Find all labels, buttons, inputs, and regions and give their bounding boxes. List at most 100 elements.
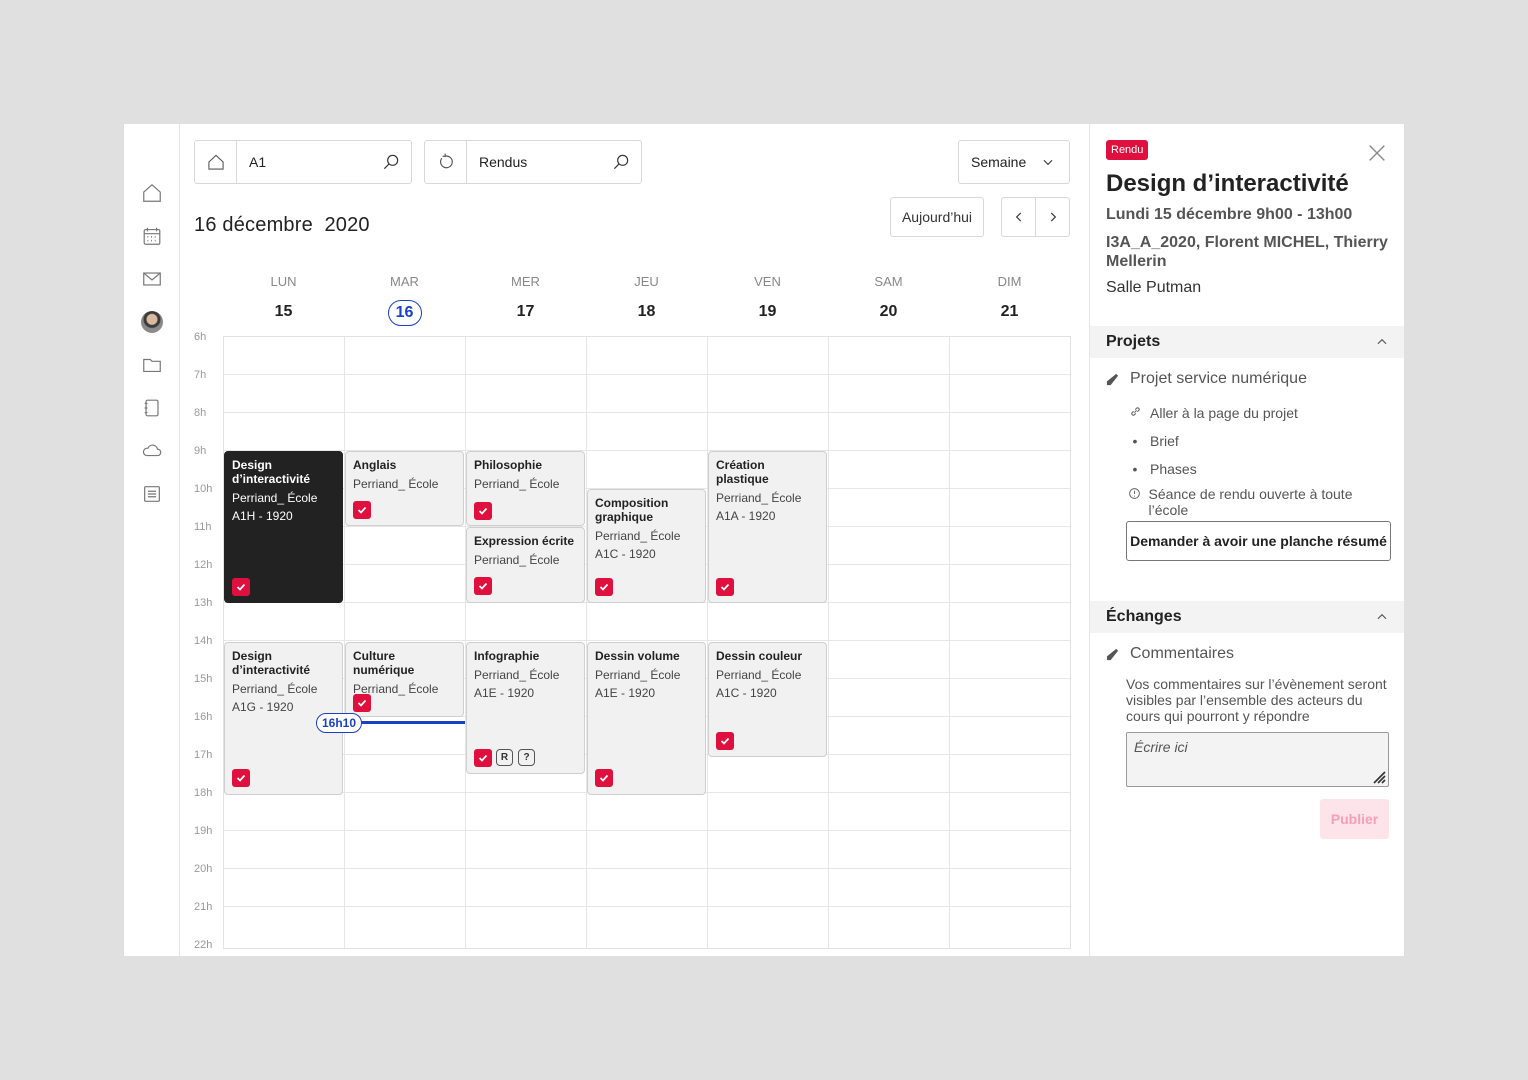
event-title: Expression écrite <box>474 534 575 548</box>
section-title: Échanges <box>1106 608 1182 625</box>
hour-label: 17h <box>194 749 213 761</box>
sidebar <box>124 124 180 956</box>
search-icon[interactable] <box>371 152 411 172</box>
hour-label: 22h <box>194 939 213 951</box>
group-search-value[interactable]: A1 <box>237 154 371 170</box>
event-title: Design d’interactivité <box>232 458 311 486</box>
checkbox-checked-icon[interactable] <box>716 578 734 596</box>
type-search-value[interactable]: Rendus <box>467 154 601 170</box>
group-search[interactable]: A1 <box>194 140 412 184</box>
chevron-up-icon <box>1377 613 1387 620</box>
calendar-icon[interactable] <box>138 222 166 250</box>
event-dessin-volume[interactable]: Dessin volume Perriand_ École A1E - 1920 <box>587 642 706 795</box>
type-search[interactable]: Rendus <box>424 140 642 184</box>
hour-label: 18h <box>194 787 213 799</box>
event-title: Infographie <box>474 649 540 663</box>
day-header-wed[interactable]: MER 17 <box>465 274 586 326</box>
request-summary-button[interactable]: Demander à avoir une planche résumé <box>1126 521 1391 561</box>
bullet-icon: • <box>1132 461 1138 477</box>
grid-line <box>224 868 1070 869</box>
project-name[interactable]: Projet service numérique <box>1130 370 1307 388</box>
event-infographie[interactable]: Infographie Perriand_ École A1E - 1920 R… <box>466 642 585 774</box>
checkbox-checked-icon[interactable] <box>232 578 250 596</box>
brief-link[interactable]: • Brief <box>1126 433 1179 449</box>
comment-input[interactable] <box>1126 732 1389 787</box>
tag-r-badge[interactable]: R <box>496 749 513 766</box>
phases-link-label[interactable]: Phases <box>1150 461 1197 477</box>
grid-line <box>949 337 950 948</box>
event-anglais[interactable]: Anglais Perriand_ École <box>345 451 464 526</box>
event-philosophie[interactable]: Philosophie Perriand_ École <box>466 451 585 526</box>
grid-line <box>224 640 1070 641</box>
event-dessin-couleur[interactable]: Dessin couleur Perriand_ École A1C - 192… <box>708 642 827 757</box>
avatar[interactable] <box>138 308 166 336</box>
projects-section-header[interactable]: Projets <box>1090 326 1404 358</box>
event-expression-ecrite[interactable]: Expression écrite Perriand_ École <box>466 527 585 603</box>
next-week-button[interactable] <box>1035 197 1070 237</box>
checkbox-checked-icon[interactable] <box>716 732 734 750</box>
day-header-mon[interactable]: LUN 15 <box>223 274 344 326</box>
project-page-link-label[interactable]: Aller à la page du projet <box>1150 405 1298 421</box>
day-header-tue[interactable]: MAR 16 <box>344 274 465 326</box>
chevron-down-icon <box>1043 159 1053 166</box>
day-number: 15 <box>274 303 293 320</box>
close-icon[interactable] <box>1366 142 1388 164</box>
refresh-icon[interactable] <box>425 141 467 183</box>
list-icon[interactable] <box>138 480 166 508</box>
event-detail-participants: I3A_A_2020, Florent MICHEL, Thierry Mell… <box>1106 234 1388 270</box>
day-header-thu[interactable]: JEU 18 <box>586 274 707 326</box>
event-title: Design d’interactivité <box>232 649 311 677</box>
checkbox-checked-icon[interactable] <box>353 501 371 519</box>
phases-link[interactable]: • Phases <box>1126 461 1197 477</box>
mail-icon[interactable] <box>138 265 166 293</box>
publish-button[interactable]: Publier <box>1320 799 1389 839</box>
hour-label: 20h <box>194 863 213 875</box>
exchanges-section-header[interactable]: Échanges <box>1090 601 1404 633</box>
day-header-fri[interactable]: VEN 19 <box>707 274 828 326</box>
event-title: Création plastique <box>716 458 769 486</box>
checkbox-checked-icon[interactable] <box>595 769 613 787</box>
hour-label: 19h <box>194 825 213 837</box>
cloud-icon[interactable] <box>138 437 166 465</box>
event-school: Perriand_ École <box>716 491 802 505</box>
project-title[interactable]: Projet service numérique <box>1106 370 1307 388</box>
hour-label: 13h <box>194 597 213 609</box>
event-group: A1E - 1920 <box>595 686 656 700</box>
folder-icon[interactable] <box>138 351 166 379</box>
view-select[interactable]: Semaine <box>958 140 1070 184</box>
chevron-right-icon <box>1050 212 1056 222</box>
checkbox-checked-icon[interactable] <box>474 749 492 767</box>
day-header-sun[interactable]: DIM 21 <box>949 274 1070 326</box>
checkbox-checked-icon[interactable] <box>353 694 371 712</box>
event-design-interactivite-mon[interactable]: Design d’interactivité Perriand_ École A… <box>224 451 343 603</box>
project-page-link[interactable]: Aller à la page du projet <box>1126 405 1298 421</box>
checkbox-checked-icon[interactable] <box>474 502 492 520</box>
hour-label: 14h <box>194 635 213 647</box>
checkbox-checked-icon[interactable] <box>595 578 613 596</box>
event-composition-graphique[interactable]: Composition graphique Perriand_ École A1… <box>587 489 706 603</box>
home-icon[interactable] <box>138 179 166 207</box>
search-icon[interactable] <box>601 152 641 172</box>
hour-label: 15h <box>194 673 213 685</box>
event-culture-numerique[interactable]: Culture numérique Perriand_ École <box>345 642 464 717</box>
event-group: A1A - 1920 <box>716 509 776 523</box>
notebook-icon[interactable] <box>138 394 166 422</box>
event-detail-title: Design d’interactivité <box>1106 170 1349 197</box>
grid-line <box>224 830 1070 831</box>
checkbox-checked-icon[interactable] <box>232 769 250 787</box>
day-number: 20 <box>879 303 898 320</box>
tag-question-badge[interactable]: ? <box>518 749 535 766</box>
day-header-sat[interactable]: SAM 20 <box>828 274 949 326</box>
grid-line <box>465 337 466 948</box>
open-session-info: Séance de rendu ouverte à toute l’école <box>1126 486 1376 518</box>
pencil-icon <box>1106 648 1119 660</box>
today-button[interactable]: Aujourd’hui <box>890 197 984 237</box>
previous-week-button[interactable] <box>1001 197 1036 237</box>
event-creation-plastique[interactable]: Création plastique Perriand_ École A1A -… <box>708 451 827 603</box>
checkbox-checked-icon[interactable] <box>474 577 492 595</box>
brief-link-label[interactable]: Brief <box>1150 433 1179 449</box>
hour-label: 8h <box>194 407 207 419</box>
bullet-icon: • <box>1132 433 1138 449</box>
home-icon[interactable] <box>195 141 237 183</box>
hour-label: 10h <box>194 483 213 495</box>
